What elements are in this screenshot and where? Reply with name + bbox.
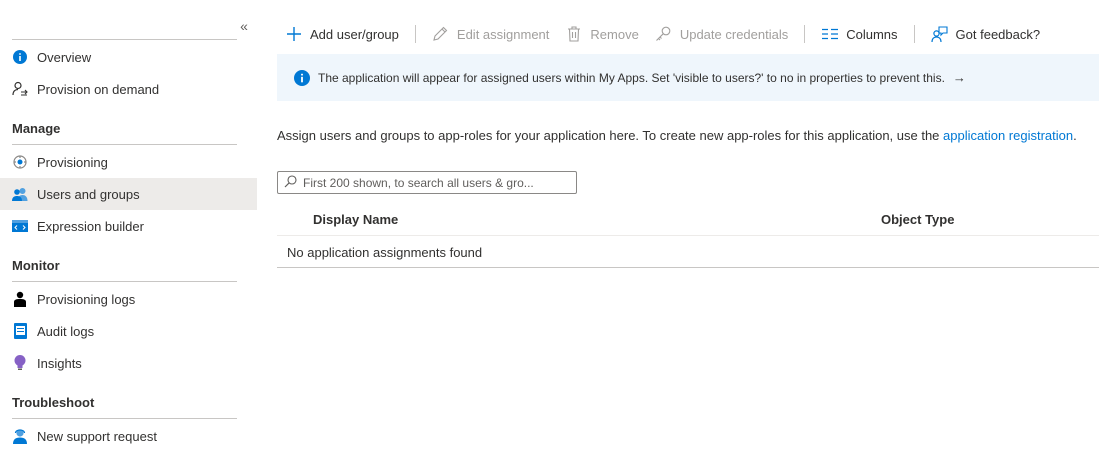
search-box — [277, 171, 577, 194]
plus-icon — [285, 26, 302, 43]
search-icon — [284, 174, 297, 191]
command-bar: Add user/group Edit assignment Remove Up… — [277, 18, 1048, 50]
sidebar-item-insights[interactable]: Insights — [0, 347, 257, 379]
pencil-icon — [432, 26, 449, 43]
lightbulb-icon — [12, 355, 28, 371]
sidebar-item-provisioning-logs[interactable]: Provisioning logs — [0, 283, 257, 315]
page-description: Assign users and groups to app-roles for… — [277, 128, 1077, 143]
remove-button[interactable]: Remove — [557, 18, 646, 50]
description-suffix: . — [1073, 128, 1077, 143]
collapse-sidebar-button[interactable]: « — [236, 18, 252, 34]
got-feedback-label: Got feedback? — [955, 26, 1041, 42]
toolbar-separator — [804, 25, 806, 43]
sidebar-item-provisioning[interactable]: Provisioning — [0, 146, 257, 178]
add-user-group-label: Add user/group — [310, 26, 399, 42]
section-title-monitor: Monitor — [12, 258, 60, 273]
sidebar-item-label: Overview — [37, 49, 92, 65]
banner-message: The application will appear for assigned… — [318, 70, 945, 85]
application-registration-link[interactable]: application registration — [943, 128, 1073, 143]
person-log-icon — [12, 291, 28, 307]
info-circle-icon — [12, 49, 28, 65]
update-credentials-button[interactable]: Update credentials — [647, 18, 796, 50]
section-title-manage: Manage — [12, 121, 61, 136]
info-banner: The application will appear for assigned… — [277, 54, 1099, 101]
sidebar-item-label: Insights — [37, 355, 82, 371]
sidebar-item-label: New support request — [37, 428, 157, 444]
provisioning-gear-icon — [12, 154, 28, 170]
update-credentials-label: Update credentials — [679, 26, 789, 42]
code-window-icon — [12, 218, 28, 234]
toolbar-separator — [913, 25, 915, 43]
columns-button[interactable]: Columns — [813, 18, 905, 50]
banner-arrow-link[interactable]: → — [953, 70, 966, 85]
sidebar-divider — [12, 39, 237, 40]
sidebar-item-users-and-groups[interactable]: Users and groups — [0, 178, 257, 210]
sidebar-item-label: Audit logs — [37, 323, 95, 339]
column-header-object-type[interactable]: Object Type — [881, 212, 954, 227]
table-row: No application assignments found — [277, 236, 1099, 268]
search-input[interactable] — [303, 175, 573, 190]
sidebar-item-label: Provisioning — [37, 154, 108, 170]
support-person-icon — [12, 428, 28, 444]
person-sync-icon — [12, 81, 28, 97]
columns-label: Columns — [846, 26, 898, 42]
sidebar-item-new-support-request[interactable]: New support request — [0, 420, 257, 452]
sidebar-item-overview[interactable]: Overview — [0, 41, 257, 73]
edit-assignment-label: Edit assignment — [456, 26, 550, 42]
sidebar-nav: « Overview Provision on demand Manage Pr… — [0, 0, 257, 465]
columns-icon — [821, 26, 838, 43]
table-header-row: Display Name Object Type — [277, 204, 1099, 236]
sidebar-item-provision-on-demand[interactable]: Provision on demand — [0, 73, 257, 105]
sidebar-divider — [12, 281, 237, 282]
edit-assignment-button[interactable]: Edit assignment — [424, 18, 558, 50]
add-user-group-button[interactable]: Add user/group — [277, 18, 407, 50]
section-title-troubleshoot: Troubleshoot — [12, 395, 95, 410]
sidebar-divider — [12, 144, 237, 145]
sidebar-item-label: Provision on demand — [37, 81, 160, 97]
toolbar-separator — [414, 25, 416, 43]
assignments-table: Display Name Object Type No application … — [277, 204, 1099, 268]
sidebar-item-label: Users and groups — [37, 186, 140, 202]
sidebar-item-label: Provisioning logs — [37, 291, 136, 307]
users-icon — [12, 186, 28, 202]
feedback-person-icon — [930, 25, 948, 43]
audit-log-icon — [12, 323, 28, 339]
sidebar-item-label: Expression builder — [37, 218, 144, 234]
trash-icon — [565, 26, 582, 43]
got-feedback-button[interactable]: Got feedback? — [923, 18, 1049, 50]
remove-label: Remove — [590, 26, 639, 42]
key-icon — [655, 26, 672, 43]
sidebar-item-audit-logs[interactable]: Audit logs — [0, 315, 257, 347]
description-text: Assign users and groups to app-roles for… — [277, 128, 944, 143]
column-header-display-name[interactable]: Display Name — [313, 212, 398, 227]
sidebar-item-expression-builder[interactable]: Expression builder — [0, 210, 257, 242]
info-circle-icon — [294, 69, 310, 86]
sidebar-divider — [12, 418, 237, 419]
empty-state-message: No application assignments found — [287, 245, 483, 260]
